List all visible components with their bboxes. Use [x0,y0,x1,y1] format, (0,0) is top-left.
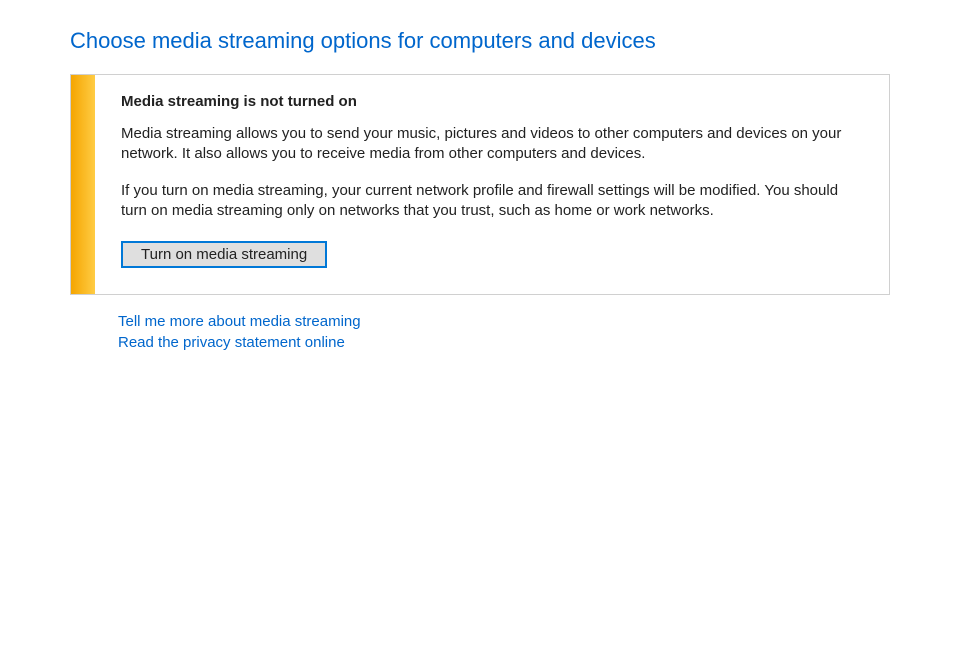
info-paragraph-2: If you turn on media streaming, your cur… [121,181,863,222]
info-content: Media streaming is not turned on Media s… [95,75,889,294]
settings-container: Choose media streaming options for compu… [0,0,960,383]
turn-on-media-streaming-button[interactable]: Turn on media streaming [121,241,327,268]
info-paragraph-1: Media streaming allows you to send your … [121,124,863,165]
warning-stripe [71,75,95,294]
info-panel: Media streaming is not turned on Media s… [70,74,890,295]
info-heading: Media streaming is not turned on [121,93,863,110]
page-title: Choose media streaming options for compu… [70,28,890,54]
help-links: Tell me more about media streaming Read … [70,313,890,351]
privacy-statement-link[interactable]: Read the privacy statement online [118,334,890,351]
learn-more-link[interactable]: Tell me more about media streaming [118,313,890,330]
